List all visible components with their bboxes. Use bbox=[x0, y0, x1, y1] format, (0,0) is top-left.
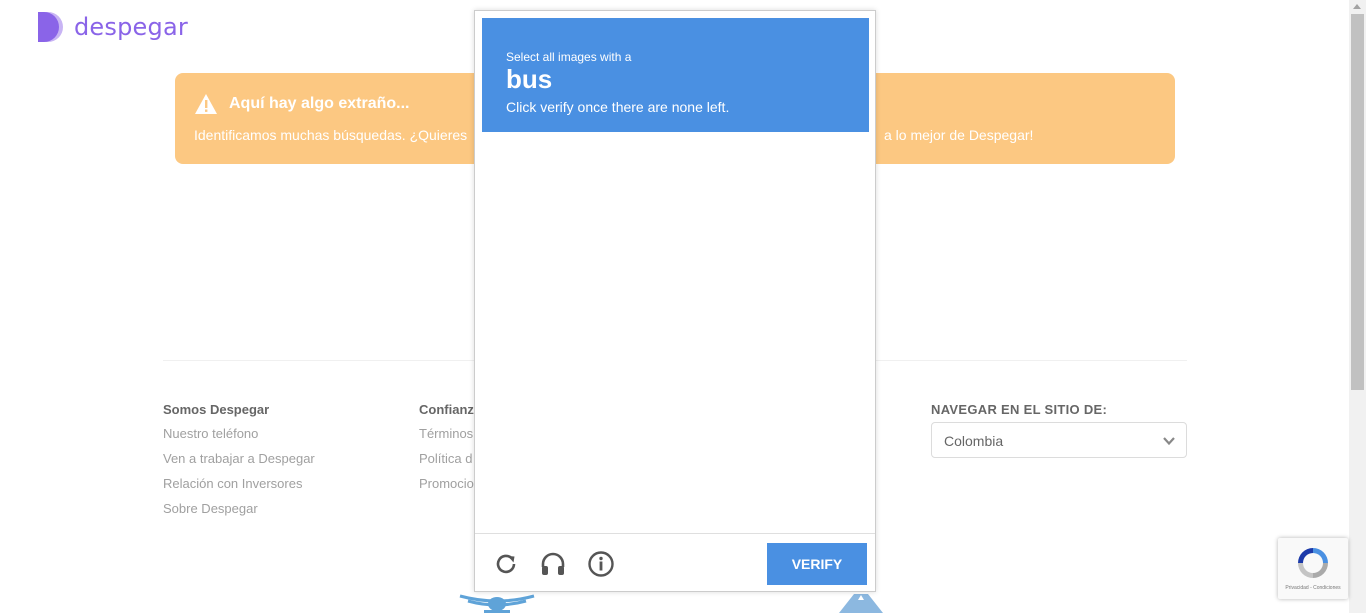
footer-link-inversores[interactable]: Relación con Inversores bbox=[163, 476, 315, 492]
captcha-hint: Click verify once there are none left. bbox=[506, 99, 730, 115]
scroll-up-arrow-icon[interactable] bbox=[1353, 4, 1361, 9]
headphones-icon[interactable] bbox=[539, 550, 567, 578]
footer-link-sobre[interactable]: Sobre Despegar bbox=[163, 501, 315, 517]
reload-icon[interactable] bbox=[492, 550, 520, 578]
despegar-logo-icon bbox=[38, 12, 63, 42]
footer-link-telefono[interactable]: Nuestro teléfono bbox=[163, 426, 315, 442]
captcha-instruction: Select all images with a bbox=[506, 50, 632, 64]
iata-logo bbox=[459, 594, 535, 613]
alert-title: Aquí hay algo extraño... bbox=[229, 95, 410, 112]
recaptcha-links[interactable]: Privacidad - Condiciones bbox=[1278, 585, 1348, 591]
recaptcha-badge[interactable]: Privacidad - Condiciones bbox=[1278, 538, 1348, 599]
footer-link-trabajar[interactable]: Ven a trabajar a Despegar bbox=[163, 451, 315, 467]
alert-message-end: a lo mejor de Despegar! bbox=[884, 127, 1034, 143]
info-icon[interactable] bbox=[587, 550, 615, 578]
page-scrollbar[interactable] bbox=[1349, 0, 1366, 613]
warning-icon bbox=[195, 94, 217, 114]
footer-column-somos: Somos Despegar Nuestro teléfono Ven a tr… bbox=[163, 402, 315, 526]
chevron-down-icon bbox=[1163, 437, 1175, 446]
footer-heading: Confianz bbox=[419, 402, 474, 417]
scrollbar-thumb[interactable] bbox=[1351, 14, 1364, 390]
footer-link-terminos[interactable]: Términos bbox=[419, 426, 474, 442]
brand-name: despegar bbox=[74, 13, 188, 41]
footer-heading: NAVEGAR EN EL SITIO DE: bbox=[931, 402, 1108, 417]
captcha-footer: VERIFY bbox=[475, 533, 875, 591]
country-select[interactable]: Colombia bbox=[931, 422, 1187, 458]
recaptcha-icon bbox=[1298, 548, 1328, 578]
captcha-challenge-dialog: Select all images with a bus Click verif… bbox=[474, 10, 876, 592]
footer-column-confianza: Confianz Términos Política d Promocio bbox=[419, 402, 474, 501]
footer-link-promociones[interactable]: Promocio bbox=[419, 476, 474, 492]
captcha-image-grid[interactable] bbox=[482, 132, 869, 532]
despegar-logo[interactable]: despegar bbox=[34, 10, 188, 44]
country-select-value: Colombia bbox=[944, 433, 1004, 449]
footer-link-politica[interactable]: Política d bbox=[419, 451, 474, 467]
alert-message: Identificamos muchas búsquedas. ¿Quieres bbox=[194, 127, 468, 143]
verify-button[interactable]: VERIFY bbox=[767, 543, 867, 585]
captcha-prompt: Select all images with a bus Click verif… bbox=[482, 18, 869, 132]
partner-logo bbox=[839, 594, 883, 613]
footer-heading: Somos Despegar bbox=[163, 402, 270, 417]
captcha-target-word: bus bbox=[506, 64, 553, 94]
